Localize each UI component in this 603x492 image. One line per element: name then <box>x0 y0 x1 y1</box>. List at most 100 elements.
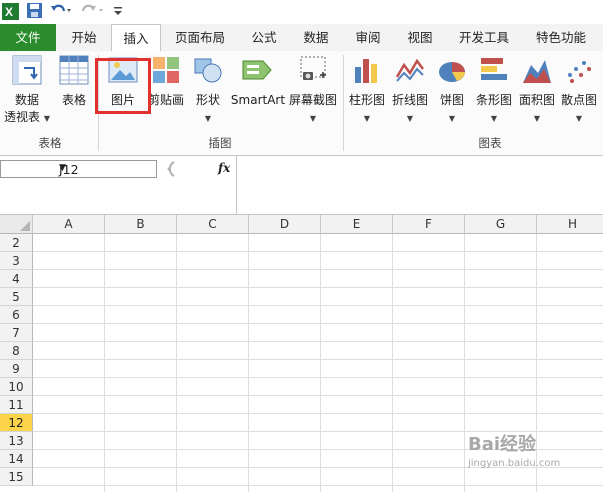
formula-input[interactable] <box>236 156 603 214</box>
dropdown-caret-icon: ▼ <box>490 114 498 123</box>
row-header[interactable]: 2 <box>0 234 33 252</box>
redo-icon[interactable] <box>81 3 104 21</box>
group-separator <box>343 55 344 151</box>
bar-chart-button[interactable]: 条形图 ▼ <box>473 51 515 131</box>
formula-bar-handle-icon[interactable] <box>160 160 178 181</box>
pie-chart-button[interactable]: 饼图 ▼ <box>432 51 472 131</box>
gridline <box>33 359 603 360</box>
gridline <box>33 269 603 270</box>
tab-data[interactable]: 数据 <box>296 24 336 51</box>
row-header[interactable]: 7 <box>0 324 33 342</box>
save-icon[interactable] <box>27 3 42 21</box>
table-icon <box>59 55 89 89</box>
tab-page-layout[interactable]: 页面布局 <box>168 24 232 51</box>
name-box[interactable]: J12 ▼ <box>0 160 157 178</box>
dropdown-caret-icon: ▼ <box>309 114 317 123</box>
pivot-table-icon <box>12 55 42 89</box>
row-header[interactable]: 14 <box>0 450 33 468</box>
group-label-illustrations: 插图 <box>208 136 232 150</box>
undo-icon[interactable] <box>50 3 72 21</box>
shapes-icon <box>193 55 223 89</box>
area-chart-icon <box>522 55 552 89</box>
column-header-d[interactable]: D <box>249 215 321 234</box>
column-header-e[interactable]: E <box>321 215 393 234</box>
dropdown-caret-icon: ▼ <box>448 114 456 123</box>
chevron-down-icon[interactable]: ▼ <box>59 163 153 173</box>
insert-function-icon[interactable]: fx <box>218 161 230 175</box>
gridline <box>33 377 603 378</box>
screenshot-button[interactable]: 屏幕截图 ▼ <box>287 51 339 131</box>
tab-features[interactable]: 特色功能 <box>528 24 594 51</box>
column-header-c[interactable]: C <box>177 215 249 234</box>
gridline <box>33 305 603 306</box>
gridline <box>33 413 603 414</box>
dropdown-caret-icon: ▼ <box>533 114 541 123</box>
row-header[interactable]: 9 <box>0 360 33 378</box>
column-header-h[interactable]: H <box>537 215 603 234</box>
svg-text:X: X <box>5 5 13 19</box>
gridline <box>176 234 177 492</box>
row-header[interactable]: 13 <box>0 432 33 450</box>
ribbon-insert: 数据 透视表 ▼ 表格 图片 剪贴画 形状 ▼ SmartArt 屏幕截图 ▼ … <box>0 51 603 156</box>
gridline <box>248 234 249 492</box>
pie-chart-icon <box>437 55 467 89</box>
row-header[interactable]: 3 <box>0 252 33 270</box>
gridline <box>33 395 603 396</box>
gridline <box>33 287 603 288</box>
row-header[interactable]: 8 <box>0 342 33 360</box>
tab-view[interactable]: 视图 <box>400 24 440 51</box>
dropdown-caret-icon: ▼ <box>363 114 371 123</box>
tab-home[interactable]: 开始 <box>60 24 108 51</box>
row-header[interactable]: 11 <box>0 396 33 414</box>
bar-chart-icon <box>479 55 509 89</box>
gridline <box>104 234 105 492</box>
line-chart-button[interactable]: 折线图 ▼ <box>389 51 431 131</box>
customize-qat-icon[interactable] <box>113 3 123 21</box>
gridline <box>33 485 603 486</box>
group-label-tables: 表格 <box>38 136 62 150</box>
row-header[interactable]: 15 <box>0 468 33 486</box>
pivot-table-button[interactable]: 数据 透视表 ▼ <box>2 51 52 131</box>
ribbon-tabs: 文件 开始 插入 页面布局 公式 数据 审阅 视图 开发工具 特色功能 <box>0 24 603 53</box>
scatter-chart-button[interactable]: 散点图 ▼ <box>558 51 600 131</box>
dropdown-caret-icon: ▼ <box>575 114 583 123</box>
select-all-corner[interactable] <box>0 215 33 234</box>
gridline <box>392 234 393 492</box>
scatter-chart-icon <box>564 55 594 89</box>
dropdown-caret-icon: ▼ <box>204 114 212 123</box>
row-header[interactable]: 4 <box>0 270 33 288</box>
column-header-f[interactable]: F <box>393 215 465 234</box>
shapes-button[interactable]: 形状 ▼ <box>188 51 228 131</box>
tab-file[interactable]: 文件 <box>0 24 56 51</box>
tab-review[interactable]: 审阅 <box>348 24 388 51</box>
dropdown-caret-icon: ▼ <box>43 114 50 123</box>
tab-insert[interactable]: 插入 <box>111 24 161 53</box>
gridline <box>33 251 603 252</box>
group-label-charts: 图表 <box>478 136 502 150</box>
row-header[interactable]: 10 <box>0 378 33 396</box>
excel-app-icon[interactable]: X <box>2 3 19 23</box>
line-chart-icon <box>395 55 425 89</box>
gridline <box>464 234 465 492</box>
row-header-selected[interactable]: 12 <box>0 414 33 432</box>
column-header-b[interactable]: B <box>105 215 177 234</box>
gridline <box>320 234 321 492</box>
smartart-button[interactable]: SmartArt <box>230 51 286 131</box>
clip-art-icon <box>151 55 181 89</box>
column-header-g[interactable]: G <box>465 215 537 234</box>
tab-developer[interactable]: 开发工具 <box>452 24 516 51</box>
row-header[interactable]: 6 <box>0 306 33 324</box>
gridline <box>33 341 603 342</box>
gridline <box>33 323 603 324</box>
watermark-logo: Bai经验 jingyan.baidu.com <box>468 434 561 469</box>
table-button[interactable]: 表格 <box>54 51 94 131</box>
column-header-a[interactable]: A <box>33 215 105 234</box>
highlight-box <box>95 58 151 114</box>
dropdown-caret-icon: ▼ <box>406 114 414 123</box>
column-chart-icon <box>352 55 382 89</box>
area-chart-button[interactable]: 面积图 ▼ <box>516 51 558 131</box>
column-chart-button[interactable]: 柱形图 ▼ <box>346 51 388 131</box>
clip-art-button[interactable]: 剪贴画 <box>146 51 186 131</box>
row-header[interactable]: 5 <box>0 288 33 306</box>
tab-formulas[interactable]: 公式 <box>244 24 284 51</box>
